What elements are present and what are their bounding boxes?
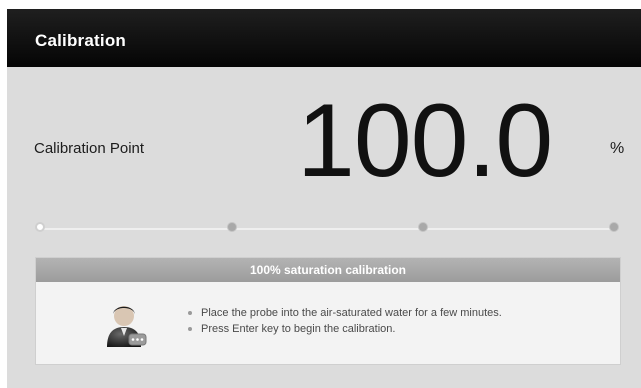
calibration-screen: Calibration Calibration Point 100.0 % 10… [7,9,641,388]
step-indicator-1 [35,222,45,232]
step-indicator-2 [227,222,237,232]
instruction-text: Place the probe into the air-saturated w… [201,307,502,319]
calibration-value: 100.0 [297,83,553,199]
bullet-icon [188,327,192,331]
calibration-unit: % [610,140,625,157]
instruction-item: Press Enter key to begin the calibration… [188,323,502,336]
panel-title: 100% saturation calibration [36,258,620,282]
user-operator-icon [107,306,147,347]
step-indicator-4 [609,222,619,232]
instruction-item: Place the probe into the air-saturated w… [188,307,502,320]
bullet-icon [188,311,192,315]
calibration-point-label: Calibration Point [34,140,145,157]
instruction-text: Press Enter key to begin the calibration… [201,323,396,335]
title-bar: Calibration [7,9,641,67]
instruction-list: Place the probe into the air-saturated w… [188,307,502,339]
page-title: Calibration [35,31,126,50]
calibration-info-panel: 100% saturation calibration Place the pr… [35,257,621,365]
step-progress-track [41,228,615,230]
step-indicator-3 [418,222,428,232]
